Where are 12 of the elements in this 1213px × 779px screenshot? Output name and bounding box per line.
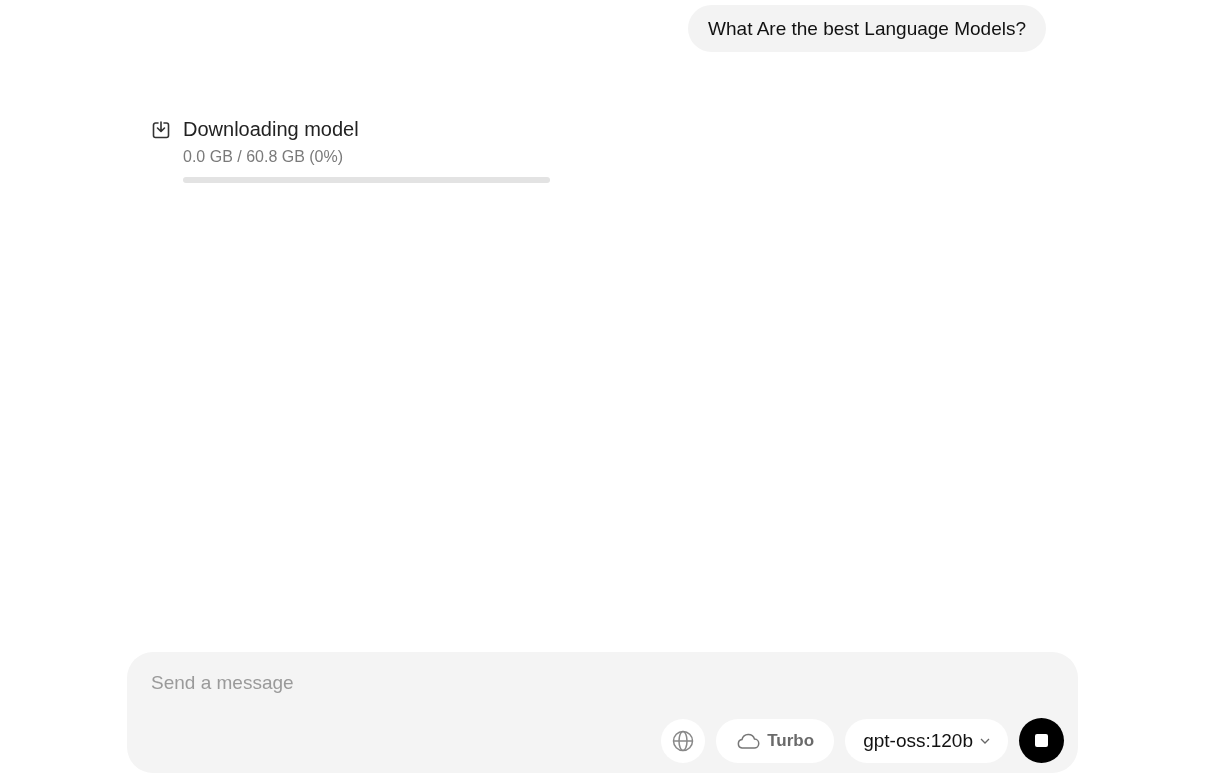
message-input[interactable]: Send a message	[151, 672, 551, 694]
globe-icon	[672, 729, 695, 752]
download-progress-text: 0.0 GB / 60.8 GB (0%)	[183, 148, 345, 166]
cloud-icon	[736, 732, 761, 749]
turbo-button[interactable]: Turbo	[716, 718, 835, 763]
stop-icon	[1035, 734, 1048, 747]
download-icon	[151, 120, 171, 140]
download-title: Downloading model	[183, 118, 360, 140]
model-selector[interactable]: gpt-oss:120b	[845, 718, 1008, 763]
chevron-down-icon	[980, 737, 990, 744]
user-message-bubble: What Are the best Language Models?	[688, 5, 1046, 52]
stop-button[interactable]	[1019, 718, 1064, 763]
